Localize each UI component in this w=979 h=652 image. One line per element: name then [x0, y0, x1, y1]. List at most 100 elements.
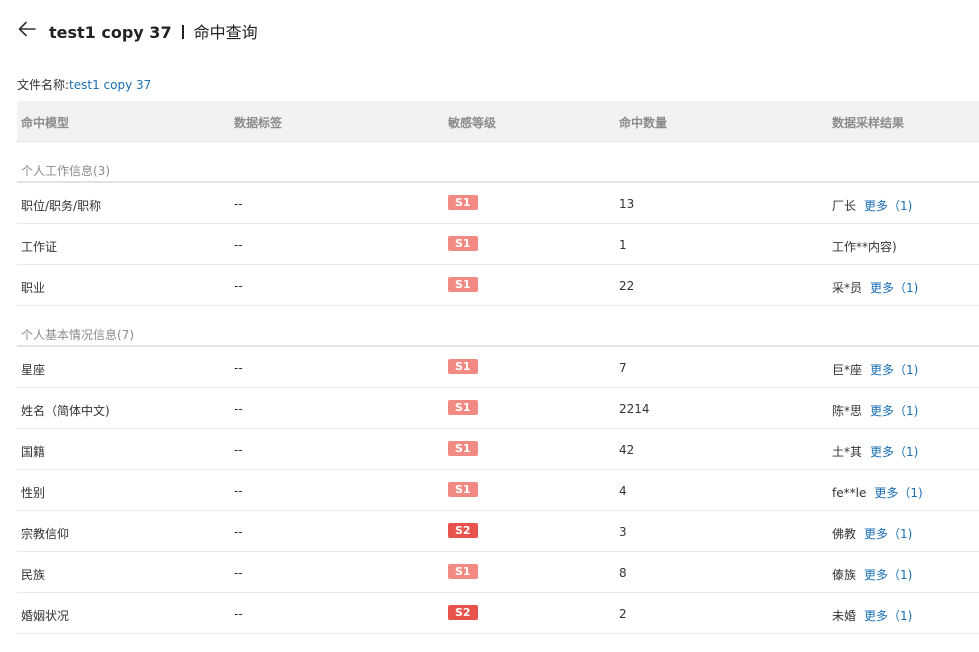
level-badge: S2 [448, 605, 478, 620]
level-badge: S1 [448, 277, 478, 292]
table-header: 命中模型 数据标签 敏感等级 命中数量 数据采样结果 [17, 101, 979, 142]
cell-sample: fe**le 更多（1) [832, 484, 923, 501]
sample-value: 陈*思 [832, 404, 863, 418]
cell-sample: 傣族 更多（1) [832, 566, 912, 583]
cell-sample: 陈*思 更多（1) [832, 402, 918, 419]
cell-count: 13 [619, 197, 635, 211]
cell-sample: 厂长 更多（1) [832, 197, 912, 214]
cell-sample: 佛教 更多（1) [832, 525, 912, 542]
column-header-label: 数据标签 [234, 116, 283, 130]
cell-count: 3 [619, 525, 627, 539]
cell-label: -- [234, 197, 243, 211]
cell-count: 22 [619, 279, 635, 293]
sample-value: 傣族 [832, 568, 857, 582]
table-row: 职位/职务/职称 -- S1 13 厂长 更多（1) [17, 183, 979, 224]
cell-model: 职位/职务/职称 [21, 199, 102, 213]
cell-count: 7 [619, 361, 627, 375]
sample-value: 佛教 [832, 527, 857, 541]
table-row: 婚姻状况 -- S2 2 未婚 更多（1) [17, 593, 979, 634]
level-badge: S1 [448, 564, 478, 579]
cell-model: 职业 [21, 281, 46, 295]
cell-label: -- [234, 607, 243, 621]
more-link[interactable]: 更多（1) [874, 486, 922, 500]
cell-model: 民族 [21, 568, 46, 582]
group-header: 个人工作信息(3) [17, 142, 979, 183]
cell-model: 工作证 [21, 240, 58, 254]
cell-sample: 土*其 更多（1) [832, 443, 918, 460]
table-row: 工作证 -- S1 1 工作**内容) [17, 224, 979, 265]
more-link[interactable]: 更多（1) [870, 281, 918, 295]
group-header: 个人基本情况信息(7) [17, 306, 979, 347]
title-separator [181, 25, 184, 39]
column-header-level: 敏感等级 [448, 116, 497, 130]
column-header-count: 命中数量 [619, 116, 668, 130]
cell-label: -- [234, 443, 243, 457]
group-label: 个人工作信息(3) [21, 162, 110, 179]
more-link[interactable]: 更多（1) [864, 527, 912, 541]
more-link[interactable]: 更多（1) [864, 568, 912, 582]
file-name-link[interactable]: test1 copy 37 [69, 78, 151, 92]
table-row: 宗教信仰 -- S2 3 佛教 更多（1) [17, 511, 979, 552]
more-link[interactable]: 更多（1) [870, 404, 918, 418]
hit-table: 命中模型 数据标签 敏感等级 命中数量 数据采样结果 个人工作信息(3) 职位/职… [17, 101, 979, 634]
level-badge: S2 [448, 523, 478, 538]
column-header-model: 命中模型 [21, 116, 70, 130]
group-name: 个人工作信息 [21, 164, 94, 178]
cell-sample: 巨*座 更多（1) [832, 361, 918, 378]
table-row: 星座 -- S1 7 巨*座 更多（1) [17, 347, 979, 388]
cell-sample: 采*员 更多（1) [832, 279, 918, 296]
level-badge: S1 [448, 441, 478, 456]
column-header-sample: 数据采样结果 [832, 116, 905, 130]
cell-model: 性别 [21, 486, 46, 500]
cell-count: 2 [619, 607, 627, 621]
cell-count: 42 [619, 443, 635, 457]
cell-count: 4 [619, 484, 627, 498]
table-row: 姓名（简体中文) -- S1 2214 陈*思 更多（1) [17, 388, 979, 429]
sample-value: 采*员 [832, 281, 863, 295]
cell-model: 姓名（简体中文) [21, 404, 110, 418]
page-header: test1 copy 37 命中查询 [0, 0, 979, 60]
more-link[interactable]: 更多（1) [870, 363, 918, 377]
more-link[interactable]: 更多（1) [870, 445, 918, 459]
cell-model: 国籍 [21, 445, 46, 459]
more-link[interactable]: 更多（1) [864, 199, 912, 213]
group-name: 个人基本情况信息 [21, 328, 118, 342]
sample-value: fe**le [832, 486, 867, 500]
cell-label: -- [234, 525, 243, 539]
more-link[interactable]: 更多（1) [864, 609, 912, 623]
sample-value: 巨*座 [832, 363, 863, 377]
cell-model: 婚姻状况 [21, 609, 70, 623]
cell-count: 1 [619, 238, 627, 252]
group-count: (3) [93, 164, 111, 178]
level-badge: S1 [448, 236, 478, 251]
title-page-name: 命中查询 [193, 23, 258, 42]
table-body: 个人工作信息(3) 职位/职务/职称 -- S1 13 厂长 更多（1) 工作证 -- S1 1 工作… [17, 142, 979, 634]
cell-model: 星座 [21, 363, 46, 377]
file-info: 文件名称:test1 copy 37 [17, 76, 151, 93]
cell-label: -- [234, 238, 243, 252]
sample-value: 工作**内容) [832, 240, 897, 254]
group-count: (7) [117, 328, 135, 342]
table-row: 民族 -- S1 8 傣族 更多（1) [17, 552, 979, 593]
page-title: test1 copy 37 命中查询 [49, 19, 258, 43]
sample-value: 未婚 [832, 609, 857, 623]
cell-count: 8 [619, 566, 627, 580]
table-row: 国籍 -- S1 42 土*其 更多（1) [17, 429, 979, 470]
cell-label: -- [234, 402, 243, 416]
cell-label: -- [234, 279, 243, 293]
cell-label: -- [234, 566, 243, 580]
level-badge: S1 [448, 400, 478, 415]
title-file-name: test1 copy 37 [49, 23, 172, 42]
table-row: 职业 -- S1 22 采*员 更多（1) [17, 265, 979, 306]
level-badge: S1 [448, 195, 478, 210]
group-label: 个人基本情况信息(7) [21, 326, 134, 343]
cell-label: -- [234, 361, 243, 375]
level-badge: S1 [448, 359, 478, 374]
sample-value: 土*其 [832, 445, 863, 459]
sample-value: 厂长 [832, 199, 857, 213]
cell-sample: 工作**内容) [832, 238, 897, 255]
table-row: 性别 -- S1 4 fe**le 更多（1) [17, 470, 979, 511]
cell-model: 宗教信仰 [21, 527, 70, 541]
cell-label: -- [234, 484, 243, 498]
arrow-left-icon[interactable] [16, 18, 38, 40]
